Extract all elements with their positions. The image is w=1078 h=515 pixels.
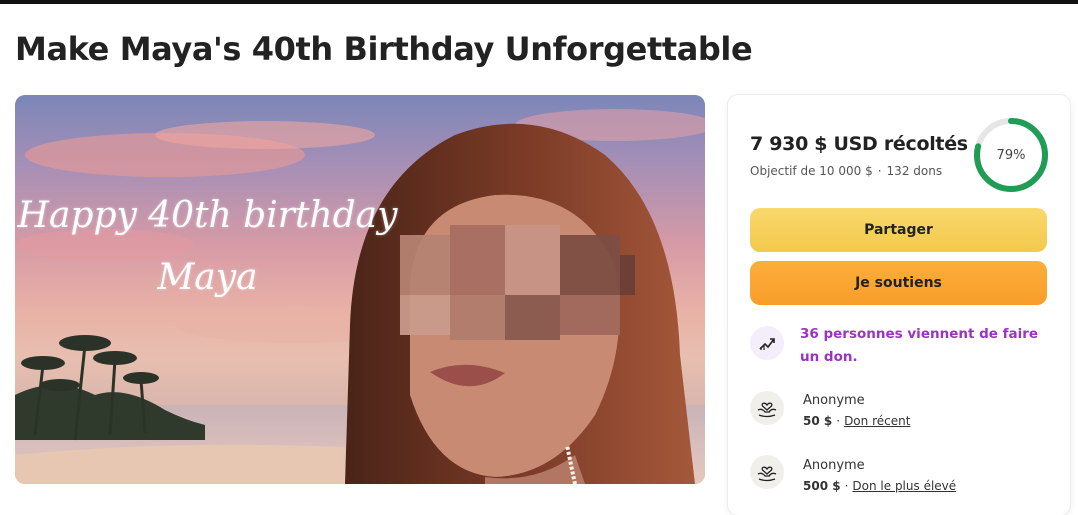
trending-up-icon <box>759 338 775 350</box>
heart-hands-icon <box>757 466 777 482</box>
donor-avatar <box>750 455 784 489</box>
donor-separator: · <box>844 479 849 493</box>
donation-card: 7 930 $ USD récoltés Objectif de 10 000 … <box>728 95 1070 515</box>
recent-donation-link[interactable]: Don récent <box>844 414 910 428</box>
donor-amount: 50 $ <box>803 414 833 428</box>
page-title: Make Maya's 40th Birthday Unforgettable <box>15 30 753 68</box>
goal-info: Objectif de 10 000 $ · 132 dons <box>750 164 942 178</box>
donor-name: Anonyme <box>803 458 865 473</box>
palm-fronds <box>21 335 159 391</box>
donor-detail: 500 $ · Don le plus élevé <box>803 479 956 493</box>
donate-button[interactable]: Je soutiens <box>750 261 1047 305</box>
heart-hands-icon <box>757 402 777 418</box>
recent-donations-text: 36 personnes viennent de faire un don. <box>800 326 1039 365</box>
photo-caption-line1: Happy 40th birthday <box>17 195 398 236</box>
photo-caption-line2: Maya <box>157 257 258 298</box>
amount-raised: 7 930 $ USD récoltés <box>750 133 968 155</box>
cloud <box>155 121 375 149</box>
top-donation-link[interactable]: Don le plus élevé <box>852 479 956 493</box>
progress-percent: 79% <box>996 147 1026 163</box>
trending-badge <box>750 326 784 360</box>
campaign-photo: Happy 40th birthday Maya <box>15 95 705 484</box>
donor-separator: · <box>836 414 841 428</box>
donor-avatar <box>750 391 784 425</box>
blurred-eyes <box>400 225 635 340</box>
share-button[interactable]: Partager <box>750 208 1047 252</box>
donor-detail: 50 $ · Don récent <box>803 414 910 428</box>
donor-amount: 500 $ <box>803 479 841 493</box>
meta-separator: · <box>877 164 882 178</box>
top-border <box>0 0 1078 4</box>
donor-name: Anonyme <box>803 393 865 408</box>
goal-text: Objectif de 10 000 $ <box>750 164 873 178</box>
donations-count: 132 dons <box>886 164 943 178</box>
